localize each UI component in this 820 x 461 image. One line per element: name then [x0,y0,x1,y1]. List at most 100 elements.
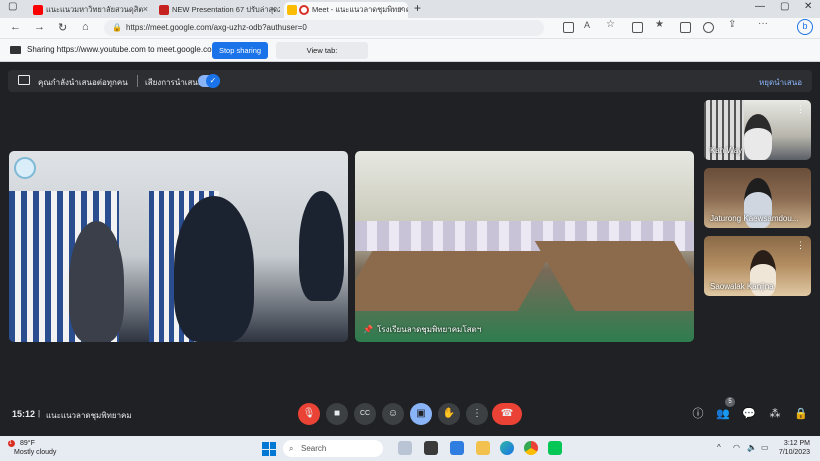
share-icon[interactable]: ⇪ [728,19,739,30]
stop-sharing-button[interactable]: Stop sharing [212,42,268,59]
participant-tile[interactable]: Jaturong Kaewsamdou... [704,168,811,228]
captions-icon: CC [359,410,371,417]
meeting-details-icon[interactable]: ⓘ [691,407,705,421]
participant-tile[interactable]: Kan Way ⋮ [704,100,811,160]
windows-start-icon[interactable] [262,442,276,456]
address-bar[interactable]: 🔒 https://meet.google.com/axg-uzhz-odb?a… [104,20,544,36]
divider [137,75,138,87]
read-aloud-icon[interactable]: A [584,20,595,31]
camera-button[interactable]: ■ [326,403,348,425]
more-options-icon[interactable]: ⋮ [796,104,805,115]
meet-icon [287,5,297,15]
show-hidden-icons[interactable]: ^ [717,443,721,452]
more-icon[interactable]: ··· [758,18,769,29]
captions-button[interactable]: CC [354,403,376,425]
file-explorer-icon[interactable] [476,441,490,455]
task-view-icon[interactable] [398,441,412,455]
people-icon[interactable]: 👥 [716,407,730,421]
raise-hand-button[interactable]: ✋ [438,403,460,425]
presentation-audio-toggle[interactable]: ✓ [198,74,220,88]
more-options-button[interactable]: ⋮ [466,403,488,425]
participant-name: Saowalak Kanjina [710,282,774,291]
presentation-bar: คุณกำลังนำเสนอต่อทุกคน เสียงการนำเสนอ ✓ … [8,70,812,92]
favorites-icon[interactable]: ★ [655,19,666,30]
university-logo-icon [14,157,36,179]
weather-widget[interactable]: 1 89°F Mostly cloudy [8,439,56,457]
taskbar-clock[interactable]: 3:12 PM 7/10/2023 [778,439,810,457]
present-screen-icon [18,75,30,85]
browser-toolbar: ← → ↻ ⌂ 🔒 https://meet.google.com/axg-uz… [0,18,820,38]
flight-attendant [299,191,344,301]
volume-icon[interactable]: 🔈 [747,443,757,452]
passenger [69,221,124,342]
home-icon[interactable]: ⌂ [82,21,89,33]
browser-tab-2[interactable]: NEW Presentation 67 ปรับล่าสุด2. × [156,2,280,18]
tile-label: โรงเรียนลาดชุมพิทยาคมโสตฯ [377,325,482,334]
more-options-icon[interactable]: ⋮ [796,240,805,251]
media-app-icon[interactable] [424,441,438,455]
classroom-video-tile[interactable]: 📌 โรงเรียนลาดชุมพิทยาคมโสตฯ [355,151,694,342]
divider: | [38,409,41,418]
wifi-icon[interactable]: ◠ [733,443,740,452]
split-screen-icon[interactable] [632,22,643,33]
taskbar-search-box[interactable]: ⌕ Search [283,440,383,457]
minimize-icon[interactable]: — [755,1,765,12]
youtube-icon [33,5,43,15]
favorite-icon[interactable]: ☆ [606,19,617,30]
presenting-text: คุณกำลังนำเสนอต่อทุกคน [38,78,128,87]
conference-table [534,241,694,311]
checkmark-icon: ✓ [206,74,220,88]
bing-copilot-icon[interactable]: b [797,19,813,35]
reactions-button[interactable]: ☺ [382,403,404,425]
edge-browser-icon[interactable] [500,441,514,455]
chrome-icon[interactable] [524,441,538,455]
browser-tab-3[interactable]: Meet - แนะแนวลาดชุมพิทยาคม × [284,2,408,18]
meeting-name: แนะแนวลาดชุมพิทยาคม [46,411,132,420]
meeting-time: 15:12 [12,409,36,419]
hand-icon: ✋ [442,408,456,419]
weather-temp: 89°F [20,440,35,447]
participant-tile[interactable]: Saowalak Kanjina ⋮ [704,236,811,296]
chat-icon[interactable]: 💬 [742,407,756,421]
refresh-icon[interactable]: ↻ [58,21,67,34]
camera-in-use-icon[interactable] [563,22,574,33]
presentation-audio-label: เสียงการนำเสนอ [145,78,203,87]
url-text: https://meet.google.com/axg-uzhz-odb?aut… [126,23,307,32]
participant-figure [744,114,772,160]
camera-icon: ■ [333,408,341,419]
collections-icon[interactable] [680,22,691,33]
browser-essentials-icon[interactable] [703,22,714,33]
browser-tab-1[interactable]: แนะแนวมหาวิทยาลัยสวนดุสิต × [30,2,152,18]
line-app-icon[interactable] [548,441,562,455]
microphone-off-button[interactable]: 🎙 [298,403,320,425]
tab-title: Meet - แนะแนวลาดชุมพิทยาคม [312,5,408,14]
forward-icon[interactable]: → [34,21,45,33]
leave-call-button[interactable]: ☎ [492,403,522,425]
search-placeholder: Search [301,444,327,453]
tab-sharing-bar: Sharing https://www.youtube.com to meet.… [0,38,820,72]
pin-icon[interactable]: 📌 [363,325,373,334]
close-icon[interactable]: × [143,4,148,14]
conference-table [355,251,553,311]
recording-icon [299,5,309,15]
sharing-text: Sharing https://www.youtube.com to meet.… [27,45,219,54]
participant-name: Kan Way [710,146,743,155]
presentation-video-tile[interactable] [9,151,348,342]
stop-presenting-button[interactable]: หยุดนำเสนอ [759,76,802,89]
close-window-icon[interactable]: ✕ [804,1,812,12]
close-icon[interactable]: × [399,4,404,14]
back-icon[interactable]: ← [10,21,21,33]
mail-icon[interactable] [450,441,464,455]
view-tab-button[interactable]: View tab: www.youtube.com [276,42,368,72]
activities-icon[interactable]: ⁂ [768,407,782,421]
host-controls-icon[interactable]: 🔒 [794,407,808,421]
new-tab-button[interactable]: + [414,1,421,15]
participant-count-badge: 5 [725,397,735,407]
mic-off-icon: 🎙 [302,408,316,419]
maximize-icon[interactable]: ▢ [780,1,789,12]
tab-actions-icon[interactable]: ▢ [8,1,17,12]
present-button[interactable]: ▣ [410,403,432,425]
close-icon[interactable]: × [271,4,276,14]
battery-icon[interactable]: ▭ [761,443,769,452]
taskbar-time: 3:12 PM [783,440,810,447]
